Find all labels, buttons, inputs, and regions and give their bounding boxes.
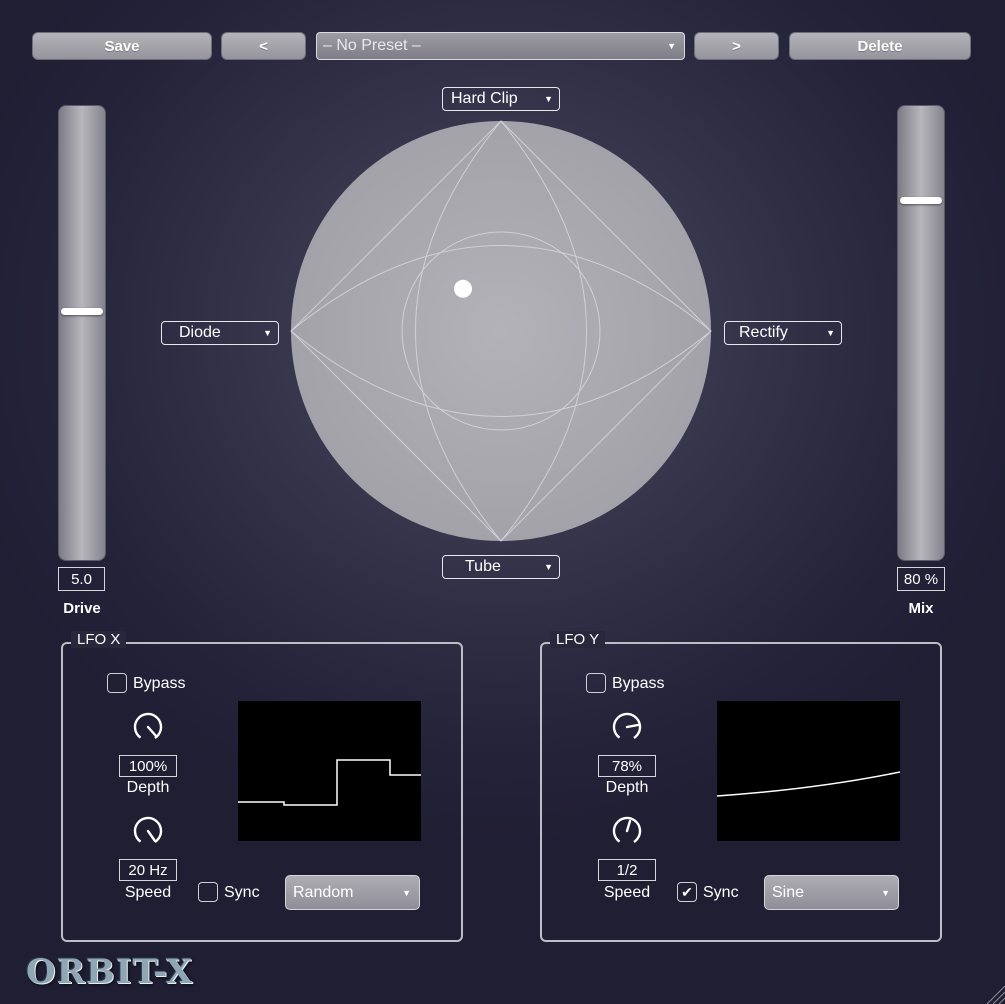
lfo-x-waveform-value: Random bbox=[293, 883, 354, 901]
prev-preset-button[interactable]: < bbox=[221, 32, 306, 60]
caret-down-icon: ▼ bbox=[402, 887, 411, 898]
lfo-x-speed-value[interactable]: 20 Hz bbox=[119, 859, 177, 881]
bottom-mode-dropdown[interactable]: Tube ▼ bbox=[442, 555, 560, 579]
drive-value[interactable]: 5.0 bbox=[58, 567, 105, 591]
lfo-y-speed-label: Speed bbox=[603, 884, 651, 901]
lfo-x-sync-checkbox[interactable] bbox=[198, 882, 218, 902]
lfo-x-bypass-checkbox[interactable] bbox=[107, 673, 127, 693]
lfo-x-scope bbox=[238, 701, 421, 841]
delete-button[interactable]: Delete bbox=[789, 32, 971, 60]
lfo-y-waveform bbox=[716, 771, 901, 797]
lfo-x-depth-knob[interactable] bbox=[132, 711, 164, 743]
lfo-y-speed-value[interactable]: 1/2 bbox=[598, 859, 656, 881]
lfo-y-title: LFO Y bbox=[550, 631, 606, 648]
lfo-x-speed-knob[interactable] bbox=[132, 815, 164, 847]
lfo-y-depth-value[interactable]: 78% bbox=[598, 755, 656, 777]
lfo-x-speed-label: Speed bbox=[124, 884, 172, 901]
lfo-y-waveform-dropdown[interactable]: Sine ▼ bbox=[764, 875, 899, 910]
lfo-x-bypass-label: Bypass bbox=[133, 675, 186, 692]
lfo-x-depth-label: Depth bbox=[126, 779, 170, 796]
top-mode-dropdown[interactable]: Hard Clip ▼ bbox=[442, 87, 560, 111]
top-mode-value: Hard Clip bbox=[451, 90, 518, 107]
bottom-mode-value: Tube bbox=[465, 558, 501, 575]
caret-down-icon: ▼ bbox=[667, 41, 676, 51]
right-mode-dropdown[interactable]: Rectify ▼ bbox=[724, 321, 842, 345]
checkmark-icon: ✔ bbox=[681, 883, 693, 900]
lfo-y-sync-label: Sync bbox=[703, 884, 739, 901]
caret-down-icon: ▼ bbox=[826, 328, 835, 338]
lfo-y-bypass-label: Bypass bbox=[612, 675, 665, 692]
lfo-x-waveform bbox=[238, 759, 421, 806]
lfo-x-waveform-dropdown[interactable]: Random ▼ bbox=[285, 875, 420, 910]
lfo-y-sync-checkbox[interactable]: ✔ bbox=[677, 882, 697, 902]
pad-circle bbox=[291, 121, 711, 541]
left-mode-value: Diode bbox=[179, 324, 221, 341]
caret-down-icon: ▼ bbox=[544, 562, 553, 572]
drive-label: Drive bbox=[63, 600, 101, 617]
mix-value[interactable]: 80 % bbox=[897, 567, 945, 591]
xy-pad[interactable] bbox=[290, 120, 712, 542]
caret-down-icon: ▼ bbox=[544, 94, 553, 104]
orbit-x-logo: ORBIT-X bbox=[26, 952, 194, 992]
lfo-x-title: LFO X bbox=[71, 631, 127, 648]
preset-dropdown[interactable]: – No Preset – ▼ bbox=[316, 32, 685, 60]
lfo-y-depth-label: Depth bbox=[605, 779, 649, 796]
mix-slider[interactable] bbox=[897, 105, 945, 561]
lfo-x-depth-value[interactable]: 100% bbox=[119, 755, 177, 777]
lfo-y-depth-knob[interactable] bbox=[611, 711, 643, 743]
resize-grip-icon[interactable] bbox=[983, 982, 1005, 1004]
lfo-y-scope bbox=[716, 701, 901, 841]
drive-slider-thumb[interactable] bbox=[61, 308, 103, 316]
drive-slider[interactable] bbox=[58, 105, 106, 561]
mix-label: Mix bbox=[908, 600, 934, 617]
lfo-y-waveform-value: Sine bbox=[772, 883, 805, 901]
mix-slider-thumb[interactable] bbox=[900, 197, 942, 204]
left-mode-dropdown[interactable]: Diode ▼ bbox=[161, 321, 279, 345]
save-button[interactable]: Save bbox=[32, 32, 212, 60]
next-preset-button[interactable]: > bbox=[694, 32, 779, 60]
lfo-y-speed-knob[interactable] bbox=[611, 815, 643, 847]
pad-position-dot[interactable] bbox=[454, 279, 472, 298]
preset-value: – No Preset – bbox=[323, 37, 421, 54]
caret-down-icon: ▼ bbox=[881, 887, 890, 898]
caret-down-icon: ▼ bbox=[263, 328, 272, 338]
right-mode-value: Rectify bbox=[739, 324, 788, 341]
lfo-y-bypass-checkbox[interactable] bbox=[586, 673, 606, 693]
lfo-x-sync-label: Sync bbox=[224, 884, 260, 901]
